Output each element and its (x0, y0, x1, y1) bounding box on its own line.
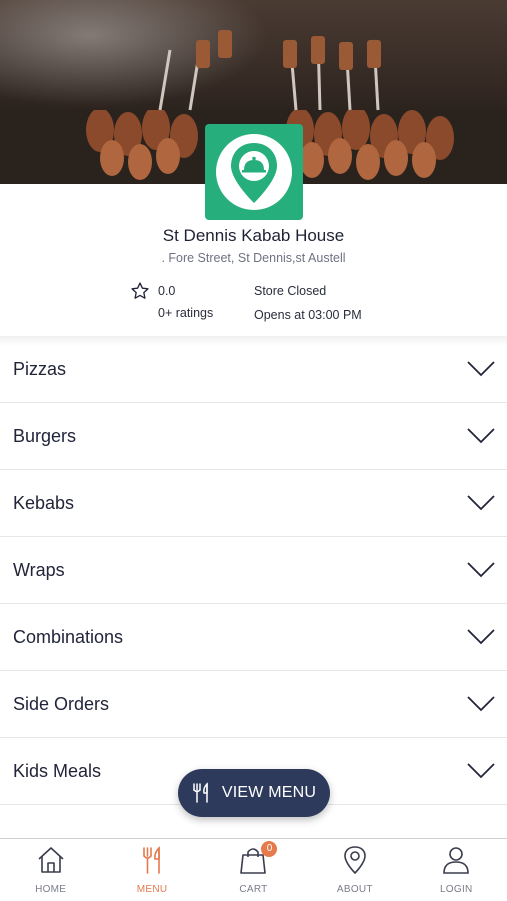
utensils-icon (193, 782, 208, 803)
tab-home[interactable]: HOME (11, 839, 91, 895)
category-side-orders[interactable]: Side Orders (0, 671, 507, 738)
chevron-down-icon (467, 562, 495, 578)
category-label: Pizzas (13, 358, 67, 379)
tab-label: MENU (136, 884, 168, 895)
category-wraps[interactable]: Wraps (0, 537, 507, 604)
tab-menu[interactable]: MENU (112, 839, 192, 895)
tab-login[interactable]: LOGIN (416, 839, 496, 895)
category-label: Kids Meals (13, 760, 102, 781)
chevron-down-icon (467, 495, 495, 511)
ratings-count: 0+ ratings (158, 306, 214, 320)
store-logo (205, 124, 303, 220)
category-list: Pizzas Burgers Kebabs Wraps Combinations… (0, 336, 507, 805)
store-address: . Fore Street, St Dennis,st Austell (161, 251, 346, 265)
store-info: St Dennis Kabab House . Fore Street, St … (0, 220, 507, 338)
home-icon (38, 847, 64, 873)
category-kebabs[interactable]: Kebabs (0, 470, 507, 537)
star-icon (131, 282, 149, 299)
user-icon (443, 847, 470, 874)
chevron-down-icon (467, 629, 495, 645)
tab-label: LOGIN (439, 884, 473, 895)
chevron-down-icon (467, 696, 495, 712)
category-label: Burgers (13, 425, 77, 446)
chevron-down-icon (467, 763, 495, 779)
category-label: Combinations (13, 626, 124, 647)
rating-value: 0.0 (158, 284, 176, 298)
opening-time: Opens at 03:00 PM (254, 308, 362, 322)
store-status: Store Closed (254, 284, 327, 298)
view-menu-label: VIEW MENU (221, 784, 317, 801)
chevron-down-icon (467, 361, 495, 377)
tab-cart[interactable]: 0 CART (213, 839, 293, 895)
category-label: Side Orders (13, 693, 110, 714)
store-status-block: Store Closed Opens at 03:00 PM (254, 282, 362, 324)
category-label: Wraps (13, 559, 65, 580)
tab-label: HOME (35, 884, 67, 895)
category-burgers[interactable]: Burgers (0, 403, 507, 470)
bottom-tab-bar: HOME MENU 0 CART ABOUT LOGIN (0, 838, 507, 901)
tab-label: ABOUT (336, 884, 373, 895)
chevron-down-icon (467, 428, 495, 444)
cart-badge: 0 (261, 841, 278, 857)
tab-about[interactable]: ABOUT (315, 839, 395, 895)
map-pin-cloche-icon (216, 134, 292, 210)
view-menu-button[interactable]: VIEW MENU (178, 769, 330, 817)
category-pizzas[interactable]: Pizzas (0, 336, 507, 403)
tab-label: CART (239, 884, 268, 895)
rating-block: 0.0 0+ ratings (130, 282, 213, 320)
category-label: Kebabs (13, 492, 75, 513)
store-name: St Dennis Kabab House (162, 226, 345, 245)
utensils-icon (143, 846, 160, 874)
category-combinations[interactable]: Combinations (0, 604, 507, 671)
map-pin-icon (344, 846, 366, 875)
